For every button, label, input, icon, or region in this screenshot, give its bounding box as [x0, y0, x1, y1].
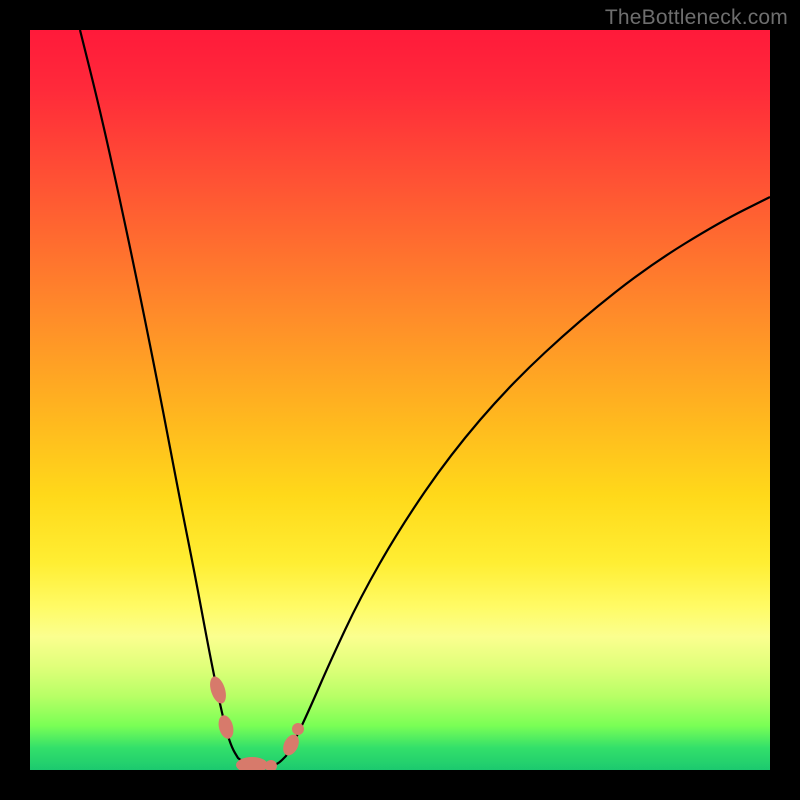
- curve-markers: [207, 675, 304, 770]
- curve-marker: [265, 760, 277, 770]
- curve-marker: [216, 714, 236, 741]
- watermark-text: TheBottleneck.com: [605, 6, 788, 30]
- curve-marker: [292, 723, 304, 735]
- chart-plot-area: [30, 30, 770, 770]
- curve-marker: [207, 675, 229, 706]
- curve-marker: [280, 732, 302, 758]
- bottleneck-curve: [30, 30, 770, 770]
